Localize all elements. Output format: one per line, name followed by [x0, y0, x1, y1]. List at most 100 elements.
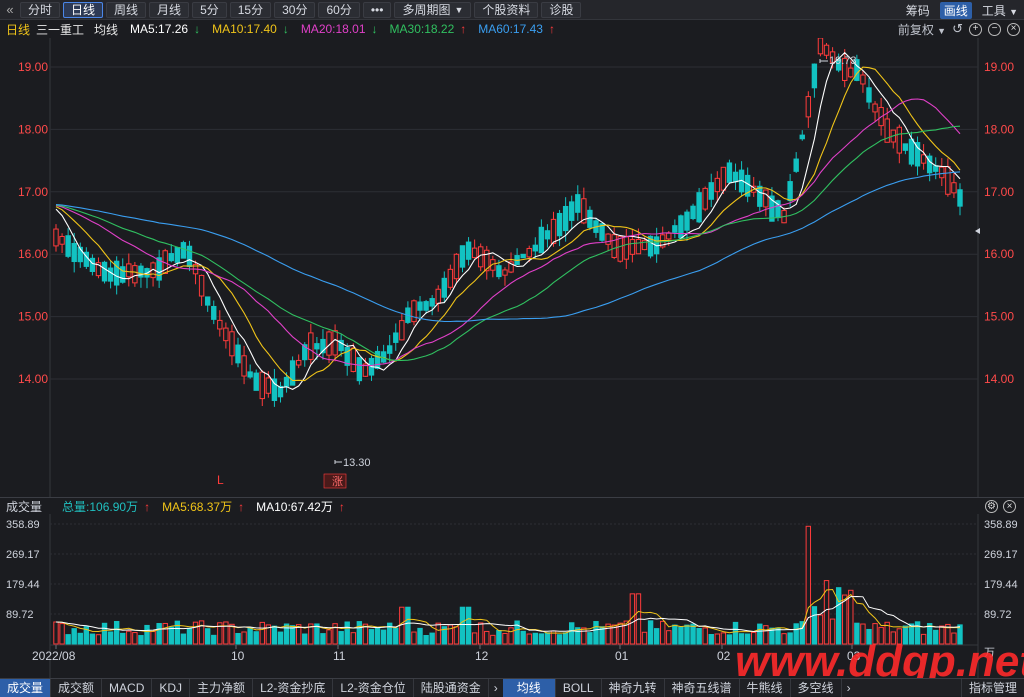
candle-body	[174, 247, 181, 263]
volume-chart[interactable]: 358.89 358.89 269.17 269.17 179.44 179.44 89.7…	[0, 514, 1024, 678]
tab-intraday[interactable]: 分时	[20, 1, 61, 18]
candle-body	[89, 257, 96, 273]
volume-bar	[380, 629, 387, 645]
volume-bar	[168, 626, 174, 645]
stock-name[interactable]: 三一重工	[36, 21, 84, 38]
zoom-in-icon[interactable]: +	[969, 22, 982, 36]
restore-dropdown[interactable]: 前复权 ▼	[898, 21, 946, 38]
tab-l2-bottom[interactable]: L2-资金抄底	[253, 678, 334, 697]
more-button[interactable]: •••	[362, 1, 392, 18]
tab-30min[interactable]: 30分	[274, 1, 316, 18]
price-tick-right: 16.00	[984, 247, 1014, 261]
volume-bar	[77, 632, 83, 645]
restore-label: 前复权	[897, 22, 934, 37]
volume-bar	[538, 633, 545, 645]
volume-bar	[368, 629, 375, 645]
tab-weekly[interactable]: 周线	[106, 1, 147, 18]
volume-bar	[204, 628, 211, 645]
candle-body	[623, 236, 630, 260]
collapse-icon[interactable]: «	[0, 2, 20, 17]
volume-bar	[423, 635, 429, 645]
tab-northbound[interactable]: 陆股通资金	[414, 678, 489, 697]
candle-body	[945, 166, 951, 195]
volume-tick-right: 358.89	[984, 519, 1018, 531]
candle-body	[235, 344, 241, 364]
tab-nine-turns[interactable]: 神奇九转	[602, 678, 665, 697]
candle-body	[951, 182, 957, 194]
candle-body	[453, 253, 460, 280]
volume-bar	[198, 620, 205, 645]
stock-profile-button[interactable]: 个股资料	[474, 1, 539, 18]
volume-bar	[186, 627, 193, 645]
indicator-manage-button[interactable]: 指标管理	[960, 678, 1024, 697]
price-tick-right: 18.00	[984, 122, 1014, 136]
volume-bar	[477, 622, 484, 645]
candle-body	[289, 360, 296, 386]
chart-controls: 前复权 ▼ ↺ + − ×	[898, 20, 1020, 38]
marker-zhang: 涨	[332, 475, 343, 488]
volume-bar	[271, 625, 278, 645]
candle-body	[526, 248, 532, 258]
ma20-line	[55, 98, 961, 367]
candle-body	[120, 266, 126, 283]
tab-bull-bear[interactable]: 牛熊线	[740, 678, 791, 697]
volume-bar	[502, 632, 508, 645]
tab-5min[interactable]: 5分	[192, 1, 227, 18]
volume-bar	[653, 628, 660, 645]
tab-scroll-right-icon-2[interactable]: ›	[842, 681, 856, 695]
candle-body	[672, 225, 678, 233]
tab-boll[interactable]: BOLL	[556, 678, 602, 697]
candle-body	[441, 277, 447, 298]
tab-scroll-right-icon[interactable]: ›	[489, 681, 503, 695]
tab-60min[interactable]: 60分	[318, 1, 360, 18]
volume-bar	[138, 635, 144, 645]
close-icon[interactable]: ×	[1007, 22, 1020, 36]
candle-body	[823, 44, 830, 56]
draw-line-button[interactable]: 画线	[939, 1, 972, 19]
close-panel-icon[interactable]: ×	[1003, 500, 1016, 513]
zoom-out-icon[interactable]: −	[988, 22, 1001, 36]
tab-daily[interactable]: 日线	[63, 1, 104, 18]
tab-monthly[interactable]: 月线	[149, 1, 190, 18]
candle-body	[198, 274, 205, 297]
candle-body	[933, 165, 939, 172]
volume-bar	[532, 632, 539, 645]
tab-15min[interactable]: 15分	[229, 1, 272, 18]
tab-l2-position[interactable]: L2-资金仓位	[333, 678, 414, 697]
price-tick-right: 14.00	[984, 372, 1014, 386]
volume-bar	[393, 627, 399, 645]
candle-body	[204, 296, 211, 306]
tab-long-short[interactable]: 多空线	[791, 678, 842, 697]
candle-body	[217, 319, 223, 330]
candlestick-chart[interactable]: 19.00 19.00 18.00 18.00 17.00 17.00 16.00 16.00…	[0, 38, 1024, 497]
candle-body	[538, 226, 545, 254]
chevron-down-icon: ▼	[937, 25, 947, 36]
volume-bar	[320, 633, 326, 645]
volume-bar	[356, 621, 363, 645]
volume-bar	[71, 628, 77, 645]
tab-five-lines[interactable]: 神奇五线谱	[665, 678, 740, 697]
tab-macd[interactable]: MACD	[102, 678, 153, 697]
tab-main-net[interactable]: 主力净额	[190, 678, 254, 697]
volume-bar	[672, 624, 678, 645]
settings-icon[interactable]: ⚙	[985, 500, 998, 513]
tab-kdj[interactable]: KDJ	[152, 678, 191, 697]
volume-bar	[514, 620, 520, 645]
volume-bar	[53, 621, 59, 645]
candle-body	[550, 218, 557, 244]
diagnose-button[interactable]: 诊股	[541, 1, 582, 18]
tab-volume[interactable]: 成交量	[0, 678, 52, 697]
avg-line-label[interactable]: 均线	[94, 21, 118, 38]
tab-ma[interactable]: 均线	[502, 678, 556, 697]
multi-period-dropdown[interactable]: 多周期图 ▼	[394, 1, 472, 18]
candle-body	[417, 301, 423, 311]
tools-dropdown[interactable]: 工具 ▼	[982, 2, 1018, 19]
vol-ma10: MA10:67.42万 ↑	[256, 499, 345, 514]
volume-bar	[660, 620, 666, 645]
volume-tick-left: 269.17	[6, 549, 40, 561]
undo-icon[interactable]: ↺	[952, 21, 963, 37]
volume-bar	[720, 632, 727, 645]
tab-turnover[interactable]: 成交额	[51, 678, 103, 697]
chips-button[interactable]: 筹码	[906, 2, 930, 19]
candle-body	[678, 215, 684, 239]
